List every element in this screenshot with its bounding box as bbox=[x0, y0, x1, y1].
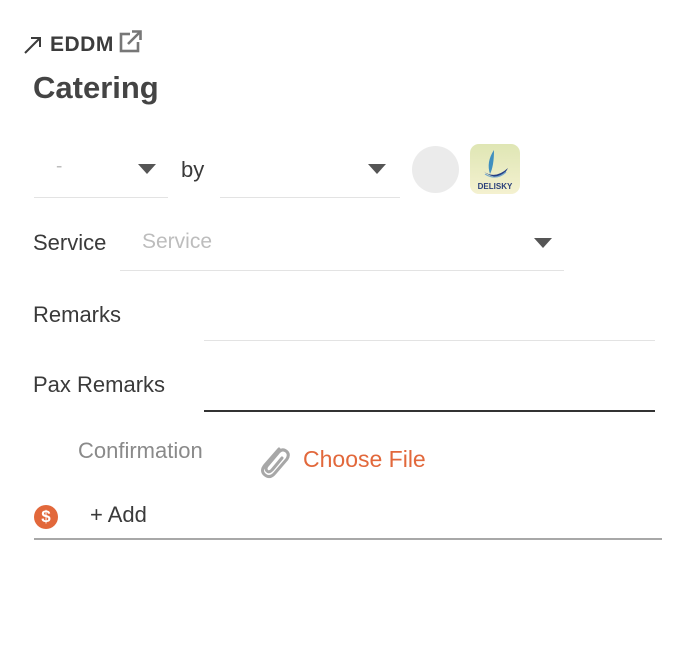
pax-remarks-label: Pax Remarks bbox=[33, 372, 166, 397]
status-color-dot[interactable] bbox=[412, 146, 459, 193]
by-label: by bbox=[181, 157, 205, 182]
service-select[interactable]: Service bbox=[120, 218, 564, 271]
choose-file-button[interactable]: Choose File bbox=[303, 446, 426, 473]
status-select[interactable]: - bbox=[34, 142, 168, 198]
vendor-select[interactable] bbox=[220, 142, 400, 198]
remarks-input[interactable] bbox=[204, 296, 655, 341]
external-link-icon[interactable] bbox=[119, 29, 143, 53]
dollar-icon: $ bbox=[34, 505, 58, 529]
logo-text: DELISKY bbox=[478, 182, 513, 191]
catering-panel: EDDM Catering - by DELISKY Service Servi… bbox=[0, 0, 700, 660]
status-select-value: - bbox=[56, 156, 63, 177]
arrow-up-right-icon bbox=[24, 37, 41, 54]
breadcrumb: EDDM bbox=[22, 30, 143, 60]
caret-down-icon bbox=[368, 164, 386, 174]
pax-remarks-input[interactable] bbox=[204, 366, 655, 412]
caret-down-icon bbox=[534, 238, 552, 248]
delisky-logo-icon: DELISKY bbox=[470, 144, 520, 194]
paperclip-icon[interactable] bbox=[256, 440, 292, 480]
service-label: Service bbox=[33, 230, 107, 255]
confirmation-label: Confirmation bbox=[78, 438, 203, 463]
vendor-logo[interactable]: DELISKY bbox=[470, 144, 520, 194]
service-placeholder: Service bbox=[142, 230, 213, 253]
add-cost-row: $ + Add bbox=[34, 496, 662, 540]
add-cost-button[interactable]: + Add bbox=[90, 502, 147, 528]
remarks-label: Remarks bbox=[33, 302, 122, 327]
airport-code: EDDM bbox=[50, 33, 114, 56]
caret-down-icon bbox=[138, 164, 156, 174]
page-title: Catering bbox=[33, 70, 159, 105]
